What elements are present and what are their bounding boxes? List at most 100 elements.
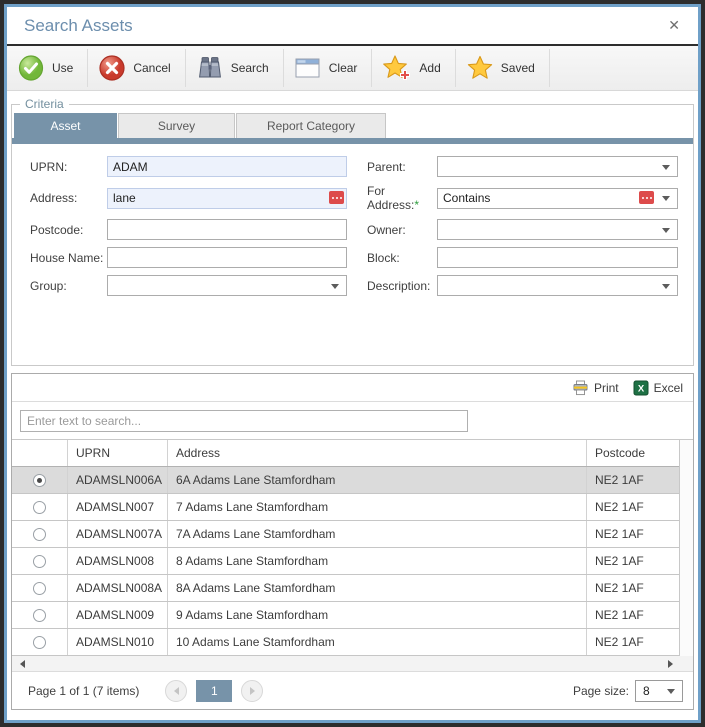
description-label: Description: (347, 279, 437, 293)
row-radio[interactable] (33, 501, 46, 514)
postcode-column-header[interactable]: Postcode (587, 440, 679, 466)
check-circle-icon (17, 54, 45, 82)
chevron-down-icon (662, 196, 670, 201)
postcode-label: Postcode: (30, 223, 107, 237)
postcode-cell: NE2 1AF (587, 467, 679, 493)
page-size-label: Page size: (573, 684, 629, 698)
row-radio[interactable] (33, 582, 46, 595)
use-button[interactable]: Use (7, 46, 87, 90)
tab-report-category[interactable]: Report Category (236, 113, 386, 138)
criteria-groupbox: Criteria Asset Survey Report Category UP… (11, 104, 694, 366)
search-assets-dialog: Search Assets ✕ Use Canc (0, 0, 705, 727)
row-radio[interactable] (33, 528, 46, 541)
criteria-legend: Criteria (20, 97, 69, 111)
postcode-cell: NE2 1AF (587, 602, 679, 628)
print-label: Print (594, 381, 619, 395)
block-field[interactable] (437, 247, 678, 268)
add-button[interactable]: Add (372, 46, 454, 90)
table-row[interactable]: ADAMSLN007 7 Adams Lane Stamfordham NE2 … (12, 494, 679, 521)
address-cell: 6A Adams Lane Stamfordham (168, 467, 587, 493)
binoculars-icon (196, 55, 224, 81)
table-row[interactable]: ADAMSLN007A 7A Adams Lane Stamfordham NE… (12, 521, 679, 548)
star-icon (466, 54, 494, 82)
for-address-value: Contains (443, 191, 490, 205)
current-page-button[interactable]: 1 (196, 680, 232, 702)
excel-label: Excel (654, 381, 683, 395)
pager-status: Page 1 of 1 (7 items) (28, 684, 139, 698)
chevron-right-icon (250, 687, 255, 695)
tab-survey[interactable]: Survey (118, 113, 235, 138)
house-name-field[interactable] (107, 247, 347, 268)
table-row[interactable]: ADAMSLN006A 6A Adams Lane Stamfordham NE… (12, 467, 679, 494)
cancel-button[interactable]: Cancel (88, 46, 184, 90)
postcode-cell: NE2 1AF (587, 494, 679, 520)
print-button[interactable]: Print (572, 380, 619, 396)
for-address-label: For Address:* (347, 184, 437, 212)
owner-select[interactable] (437, 219, 678, 240)
house-name-label: House Name: (30, 251, 107, 265)
clear-button[interactable]: Clear (284, 46, 372, 90)
dialog-inner: Search Assets ✕ Use Canc (4, 4, 701, 723)
address-field[interactable] (107, 188, 347, 209)
toolbar-divider (549, 49, 550, 87)
postcode-cell: NE2 1AF (587, 521, 679, 547)
description-select[interactable] (437, 275, 678, 296)
pager-buttons: 1 (165, 680, 263, 702)
uprn-label: UPRN: (30, 160, 107, 174)
address-column-header[interactable]: Address (168, 440, 587, 466)
uprn-field[interactable] (107, 156, 347, 177)
chevron-down-icon (667, 689, 675, 694)
row-radio[interactable] (33, 474, 46, 487)
search-input[interactable] (20, 410, 468, 432)
page-title: Search Assets (24, 16, 664, 36)
table-row[interactable]: ADAMSLN008A 8A Adams Lane Stamfordham NE… (12, 575, 679, 602)
address-cell: 7A Adams Lane Stamfordham (168, 521, 587, 547)
address-label: Address: (30, 191, 107, 205)
radio-cell (12, 629, 68, 655)
add-button-label: Add (419, 61, 440, 75)
page-size-value: 8 (643, 684, 650, 698)
owner-label: Owner: (347, 223, 437, 237)
table-row[interactable]: ADAMSLN009 9 Adams Lane Stamfordham NE2 … (12, 602, 679, 629)
tab-asset[interactable]: Asset (14, 113, 117, 138)
close-icon[interactable]: ✕ (664, 15, 684, 36)
scroll-right-icon[interactable] (668, 660, 673, 668)
horizontal-scrollbar[interactable] (12, 656, 693, 672)
vertical-scrollbar[interactable] (679, 440, 693, 656)
prev-page-button[interactable] (165, 680, 187, 702)
uprn-column-header[interactable]: UPRN (68, 440, 168, 466)
scroll-left-icon[interactable] (20, 660, 25, 668)
next-page-button[interactable] (241, 680, 263, 702)
results-panel: Print X Excel (11, 373, 694, 710)
row-radio[interactable] (33, 555, 46, 568)
grid-search-row (12, 402, 693, 439)
star-plus-icon (382, 54, 412, 82)
table-row[interactable]: ADAMSLN010 10 Adams Lane Stamfordham NE2… (12, 629, 679, 656)
postcode-field[interactable] (107, 219, 347, 240)
search-button[interactable]: Search (186, 46, 283, 90)
address-cell: 8 Adams Lane Stamfordham (168, 548, 587, 574)
ellipsis-dots (336, 197, 338, 199)
grid-header-row: UPRN Address Postcode (12, 440, 679, 467)
uprn-cell: ADAMSLN009 (68, 602, 168, 628)
parent-select[interactable] (437, 156, 678, 177)
block-label: Block: (347, 251, 437, 265)
chevron-left-icon (174, 687, 179, 695)
address-cell: 9 Adams Lane Stamfordham (168, 602, 587, 628)
chevron-down-icon (662, 165, 670, 170)
for-address-ellipsis-button[interactable] (639, 191, 654, 204)
excel-button[interactable]: X Excel (633, 380, 683, 396)
saved-button[interactable]: Saved (456, 46, 549, 90)
table-row[interactable]: ADAMSLN008 8 Adams Lane Stamfordham NE2 … (12, 548, 679, 575)
postcode-cell: NE2 1AF (587, 629, 679, 655)
chevron-down-icon (662, 228, 670, 233)
row-radio[interactable] (33, 609, 46, 622)
page-size-select[interactable]: 8 (635, 680, 683, 702)
address-ellipsis-button[interactable] (329, 191, 344, 204)
row-radio[interactable] (33, 636, 46, 649)
criteria-tabs: Asset Survey Report Category (12, 105, 693, 138)
group-select[interactable] (107, 275, 347, 296)
criteria-form: UPRN: Parent: Address: For Address:* (12, 144, 693, 296)
dialog-body: Criteria Asset Survey Report Category UP… (7, 91, 698, 720)
radio-cell (12, 575, 68, 601)
